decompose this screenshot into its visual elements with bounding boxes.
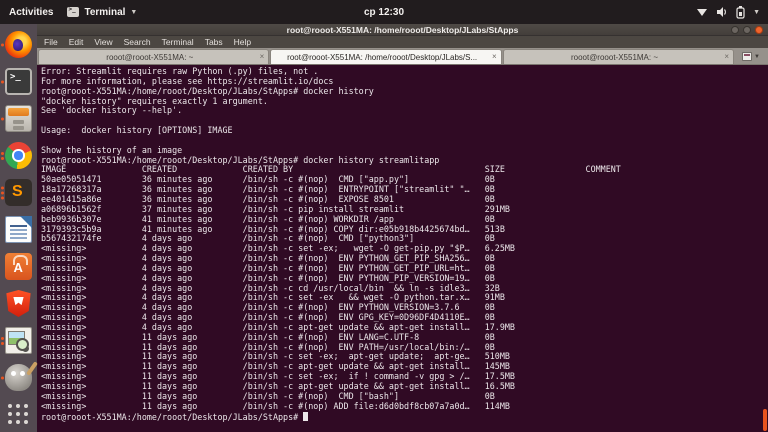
dock-item-chrome[interactable] (0, 137, 37, 174)
terminal-viewport[interactable]: Error: Streamlit requires raw Python (.p… (37, 65, 768, 432)
minimize-button[interactable] (731, 26, 739, 34)
chrome-icon (5, 142, 32, 169)
running-indicator (1, 117, 4, 120)
dock-item-gimp[interactable] (0, 359, 37, 396)
sublime-text-icon (5, 179, 32, 206)
running-indicator (1, 43, 4, 46)
dock-item-terminal[interactable] (0, 63, 37, 100)
apps-grid-icon (7, 403, 31, 427)
chevron-down-icon: ▼ (754, 54, 760, 60)
dock-item-files[interactable] (0, 100, 37, 137)
libreoffice-writer-icon (5, 216, 32, 243)
dock-item-screenshot-tool[interactable] (0, 322, 37, 359)
menu-bar: File Edit View Search Terminal Tabs Help (37, 36, 768, 48)
ubuntu-software-icon (5, 253, 32, 280)
terminal-window: root@rooot-X551MA: /home/rooot/Desktop/J… (37, 24, 768, 432)
maximize-button[interactable] (743, 26, 751, 34)
menu-help[interactable]: Help (234, 37, 251, 47)
menu-terminal[interactable]: Terminal (162, 37, 194, 47)
activities-button[interactable]: Activities (9, 7, 53, 18)
show-applications-button[interactable] (0, 396, 37, 432)
running-indicator (1, 186, 4, 199)
running-indicator (1, 337, 4, 345)
screenshot-tool-icon (5, 327, 32, 354)
terminal-output: Error: Streamlit requires raw Python (.p… (37, 65, 768, 422)
gimp-icon (5, 364, 32, 391)
menu-search[interactable]: Search (124, 37, 151, 47)
desktop-screen: Activities Terminal ▼ cp 12:30 ▼ (0, 0, 768, 432)
dock-item-libreoffice-writer[interactable] (0, 211, 37, 248)
chevron-down-icon: ▼ (130, 9, 137, 16)
firefox-icon (5, 31, 32, 58)
close-icon[interactable]: × (721, 53, 729, 61)
close-button[interactable] (755, 26, 763, 34)
tab-label: root@rooot-X551MA: /home/rooot/Desktop/J… (275, 53, 489, 62)
menu-view[interactable]: View (94, 37, 112, 47)
menu-file[interactable]: File (44, 37, 58, 47)
network-icon (696, 6, 708, 18)
dock-item-sublime-text[interactable] (0, 174, 37, 211)
window-title: root@rooot-X551MA: /home/rooot/Desktop/J… (37, 24, 768, 36)
close-icon[interactable]: × (257, 53, 265, 61)
app-menu-button[interactable]: Terminal ▼ (67, 7, 137, 18)
dock-item-ubuntu-software[interactable] (0, 248, 37, 285)
dock (0, 24, 37, 432)
chevron-down-icon: ▼ (753, 9, 760, 16)
menu-tabs[interactable]: Tabs (205, 37, 223, 47)
dock-item-brave[interactable] (0, 285, 37, 322)
system-status-area[interactable]: ▼ (696, 6, 768, 19)
running-indicator (1, 80, 4, 83)
tab-label: rooot@rooot-X551MA: ~ (43, 53, 257, 62)
running-indicator (1, 152, 4, 160)
terminal-icon (5, 68, 32, 95)
app-menu-label: Terminal (84, 7, 125, 18)
window-titlebar[interactable]: root@rooot-X551MA: /home/rooot/Desktop/J… (37, 24, 768, 36)
menu-edit[interactable]: Edit (69, 37, 84, 47)
top-bar: Activities Terminal ▼ cp 12:30 ▼ (0, 0, 768, 24)
terminal-tab-3[interactable]: rooot@rooot-X551MA: ~× (503, 49, 734, 64)
close-icon[interactable]: × (489, 53, 497, 61)
tab-bar: rooot@rooot-X551MA: ~×root@rooot-X551MA:… (37, 48, 768, 65)
terminal-app-icon (67, 7, 79, 17)
scrollbar-thumb[interactable] (763, 409, 767, 431)
new-terminal-icon (742, 52, 752, 61)
tab-label: rooot@rooot-X551MA: ~ (508, 53, 722, 62)
running-indicator (1, 376, 4, 379)
brave-icon (5, 290, 32, 317)
battery-icon (736, 6, 745, 19)
new-tab-button[interactable]: ▼ (734, 49, 768, 64)
terminal-tab-2[interactable]: root@rooot-X551MA: /home/rooot/Desktop/J… (270, 49, 501, 64)
terminal-cursor (303, 412, 308, 421)
volume-icon (716, 6, 728, 18)
file-manager-icon (5, 105, 32, 132)
dock-item-firefox[interactable] (0, 26, 37, 63)
terminal-tab-1[interactable]: rooot@rooot-X551MA: ~× (38, 49, 269, 64)
